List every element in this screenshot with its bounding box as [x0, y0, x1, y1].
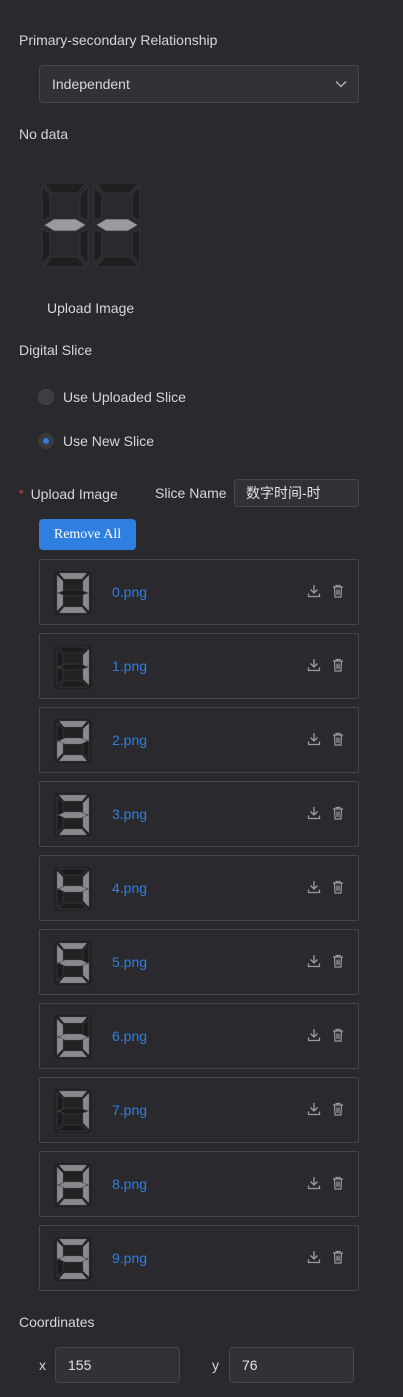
file-item: 9.png	[39, 1225, 359, 1291]
file-thumbnail	[54, 645, 92, 689]
delete-icon[interactable]	[330, 805, 346, 821]
relationship-select[interactable]: Independent	[39, 65, 359, 103]
file-name-link[interactable]: 6.png	[112, 1028, 147, 1044]
delete-icon[interactable]	[330, 1249, 346, 1265]
y-label: y	[212, 1357, 219, 1373]
file-name-link[interactable]: 2.png	[112, 732, 147, 748]
file-thumbnail	[54, 1237, 92, 1281]
download-icon[interactable]	[306, 805, 322, 821]
file-thumbnail	[54, 1015, 92, 1059]
delete-icon[interactable]	[330, 731, 346, 747]
preview-upload-label[interactable]: Upload Image	[47, 300, 134, 316]
file-item: 4.png	[39, 855, 359, 921]
file-name-link[interactable]: 7.png	[112, 1102, 147, 1118]
file-item: 3.png	[39, 781, 359, 847]
preview-image	[39, 181, 143, 269]
download-icon[interactable]	[306, 953, 322, 969]
file-item: 6.png	[39, 1003, 359, 1069]
slice-name-input[interactable]: 数字时间-时	[234, 479, 359, 507]
download-icon[interactable]	[306, 879, 322, 895]
relationship-select-value: Independent	[52, 76, 130, 92]
radio-label: Use Uploaded Slice	[63, 389, 186, 405]
x-label: x	[39, 1357, 46, 1373]
file-item: 0.png	[39, 559, 359, 625]
download-icon[interactable]	[306, 657, 322, 673]
file-item: 8.png	[39, 1151, 359, 1217]
delete-icon[interactable]	[330, 583, 346, 599]
y-coordinate-input[interactable]: 76	[229, 1347, 354, 1383]
file-name-link[interactable]: 5.png	[112, 954, 147, 970]
radio-circle-selected[interactable]	[38, 433, 54, 449]
x-coordinate-input[interactable]: 155	[55, 1347, 180, 1383]
relationship-label: Primary-secondary Relationship	[19, 32, 218, 48]
chevron-down-icon	[335, 81, 347, 88]
download-icon[interactable]	[306, 1175, 322, 1191]
delete-icon[interactable]	[330, 879, 346, 895]
delete-icon[interactable]	[330, 1027, 346, 1043]
upload-image-text: Upload Image	[30, 486, 118, 502]
file-name-link[interactable]: 4.png	[112, 880, 147, 896]
download-icon[interactable]	[306, 1027, 322, 1043]
file-name-link[interactable]: 0.png	[112, 584, 147, 600]
download-icon[interactable]	[306, 583, 322, 599]
file-thumbnail	[54, 571, 92, 615]
file-item: 2.png	[39, 707, 359, 773]
file-name-link[interactable]: 3.png	[112, 806, 147, 822]
delete-icon[interactable]	[330, 953, 346, 969]
download-icon[interactable]	[306, 1101, 322, 1117]
download-icon[interactable]	[306, 731, 322, 747]
file-name-link[interactable]: 9.png	[112, 1250, 147, 1266]
file-thumbnail	[54, 1163, 92, 1207]
file-item: 7.png	[39, 1077, 359, 1143]
remove-all-button[interactable]: Remove All	[39, 519, 136, 550]
file-thumbnail	[54, 941, 92, 985]
radio-circle[interactable]	[38, 389, 54, 405]
download-icon[interactable]	[306, 1249, 322, 1265]
digital-slice-label: Digital Slice	[19, 342, 93, 358]
radio-use-new-slice[interactable]: Use New Slice	[38, 432, 198, 452]
file-thumbnail	[54, 1089, 92, 1133]
required-mark: *	[19, 487, 24, 501]
upload-image-label: * Upload Image	[19, 486, 118, 502]
delete-icon[interactable]	[330, 657, 346, 673]
file-thumbnail	[54, 719, 92, 763]
slice-name-label: Slice Name	[155, 485, 227, 501]
file-name-link[interactable]: 8.png	[112, 1176, 147, 1192]
file-thumbnail	[54, 793, 92, 837]
no-data-text: No data	[19, 126, 69, 142]
file-list: 0.png 1.png 2.png 3.png 4.png 5.png 6.png 7.png…	[39, 559, 359, 1299]
delete-icon[interactable]	[330, 1101, 346, 1117]
delete-icon[interactable]	[330, 1175, 346, 1191]
file-name-link[interactable]: 1.png	[112, 658, 147, 674]
radio-use-uploaded-slice[interactable]: Use Uploaded Slice	[38, 388, 198, 408]
radio-label: Use New Slice	[63, 433, 155, 449]
file-item: 1.png	[39, 633, 359, 699]
file-item: 5.png	[39, 929, 359, 995]
file-thumbnail	[54, 867, 92, 911]
coordinates-label: Coordinates	[19, 1314, 95, 1330]
